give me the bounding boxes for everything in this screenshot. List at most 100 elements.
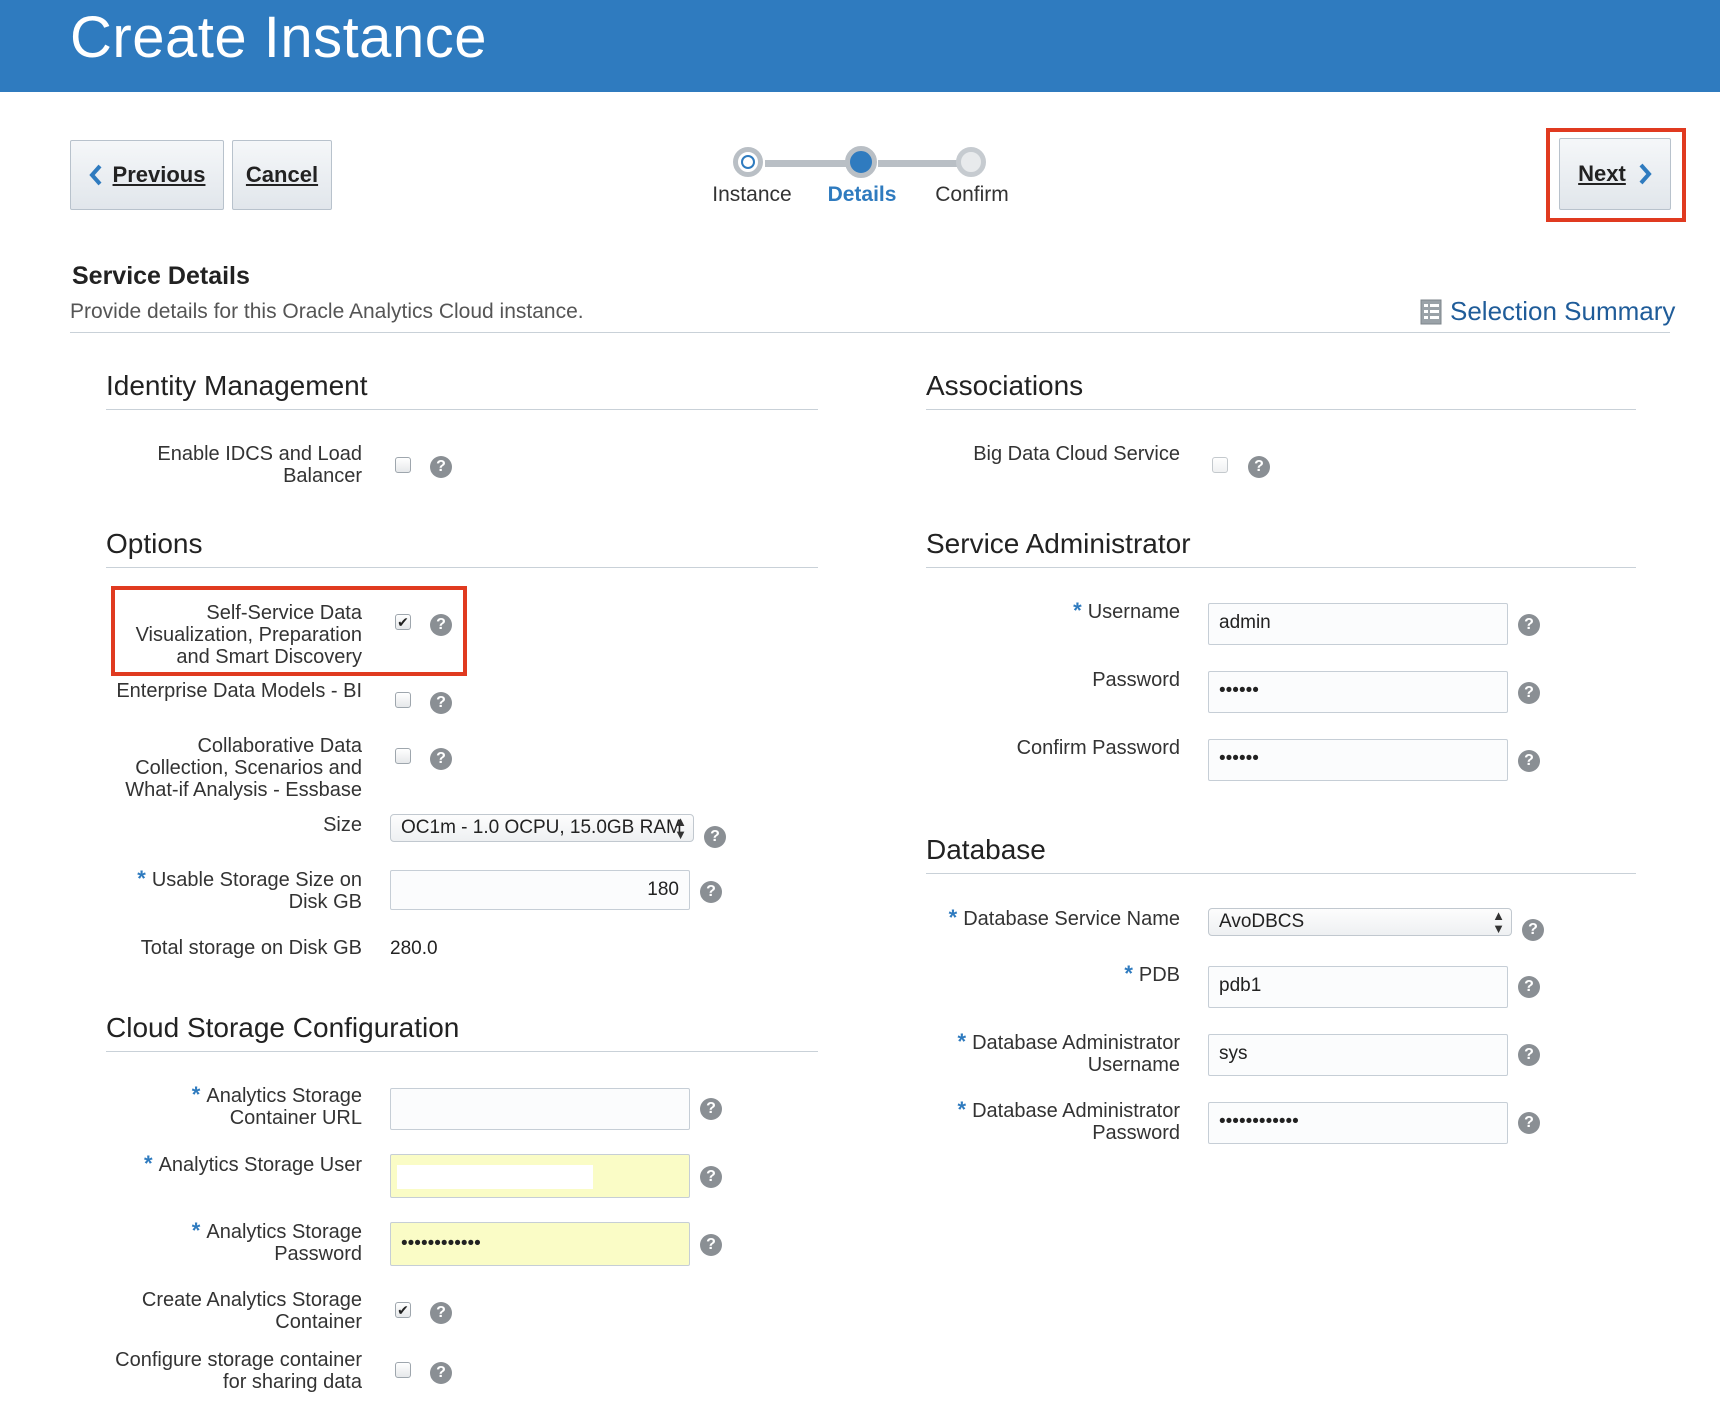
- total-storage-value: 280.0: [390, 938, 438, 959]
- required-icon: *: [191, 1082, 201, 1107]
- storage-password-label-text: Analytics Storage Password: [206, 1221, 362, 1265]
- ssdv-checkbox[interactable]: ✔: [395, 614, 411, 630]
- usable-storage-input[interactable]: 180: [390, 870, 690, 910]
- size-select[interactable]: OC1m - 1.0 OCPU, 15.0GB RAM ▲ ▼: [390, 814, 694, 842]
- db-service-name-select[interactable]: AvoDBCS ▲ ▼: [1208, 908, 1512, 936]
- storage-url-input[interactable]: [390, 1088, 690, 1130]
- help-icon[interactable]: ?: [1518, 682, 1540, 704]
- options-title: Options: [106, 528, 203, 559]
- train-label-details: Details: [827, 183, 897, 206]
- storage-user-input[interactable]: [390, 1154, 690, 1198]
- database-divider: [926, 873, 1636, 874]
- help-icon[interactable]: ?: [430, 1362, 452, 1384]
- train-connector: [765, 160, 851, 167]
- db-admin-username-label-text: Database Administrator Username: [972, 1032, 1180, 1076]
- service-divider: [70, 332, 1670, 333]
- storage-password-input[interactable]: ••••••••••••: [390, 1222, 690, 1266]
- db-admin-password-label: * Database Administrator Password: [900, 1097, 1180, 1145]
- help-icon[interactable]: ?: [1518, 976, 1540, 998]
- idcs-checkbox[interactable]: [395, 457, 411, 473]
- username-label-text: Username: [1087, 601, 1180, 623]
- pdb-input[interactable]: pdb1: [1208, 966, 1508, 1008]
- database-title: Database: [926, 834, 1046, 865]
- selection-summary-icon[interactable]: [1420, 299, 1442, 325]
- share-container-label: Configure storage container for sharing …: [115, 1349, 362, 1393]
- password-input[interactable]: ••••••: [1208, 671, 1508, 713]
- help-icon[interactable]: ?: [1248, 456, 1270, 478]
- storage-user-label: * Analytics Storage User: [100, 1151, 362, 1177]
- create-container-checkbox[interactable]: ✔: [395, 1302, 411, 1318]
- help-icon[interactable]: ?: [430, 1302, 452, 1324]
- help-icon[interactable]: ?: [430, 748, 452, 770]
- idcs-label: Enable IDCS and Load Balancer: [157, 443, 362, 487]
- bigdata-label: Big Data Cloud Service: [973, 443, 1180, 465]
- help-icon[interactable]: ?: [700, 1166, 722, 1188]
- identity-divider: [106, 409, 818, 410]
- help-icon[interactable]: ?: [430, 614, 452, 636]
- share-container-checkbox[interactable]: [395, 1362, 411, 1378]
- train-stop-instance[interactable]: [733, 147, 763, 177]
- previous-button-label: Previous: [112, 162, 206, 187]
- required-icon: *: [1073, 598, 1082, 623]
- train-stop-details: [845, 146, 877, 178]
- help-icon[interactable]: ?: [700, 1098, 722, 1120]
- cancel-button-label: Cancel: [245, 162, 319, 187]
- cloud-storage-divider: [106, 1051, 818, 1052]
- required-icon: *: [957, 1097, 967, 1122]
- confirm-password-label: Confirm Password: [1016, 737, 1180, 759]
- usable-storage-label-text: Usable Storage Size on Disk GB: [151, 869, 362, 913]
- ssdv-label: Self-Service Data Visualization, Prepara…: [135, 602, 362, 668]
- train-label-instance[interactable]: Instance: [692, 183, 812, 207]
- required-icon: *: [191, 1218, 201, 1243]
- username-input[interactable]: admin: [1208, 603, 1508, 645]
- edm-checkbox[interactable]: [395, 692, 411, 708]
- pdb-label-text: PDB: [1138, 964, 1180, 986]
- selection-summary-link[interactable]: Selection Summary: [1450, 296, 1675, 327]
- required-icon: *: [144, 1151, 153, 1176]
- previous-button[interactable]: Previous: [70, 140, 224, 210]
- help-icon[interactable]: ?: [1518, 1112, 1540, 1134]
- required-icon: *: [957, 1029, 967, 1054]
- cancel-button[interactable]: Cancel: [232, 140, 332, 210]
- create-container-label: Create Analytics Storage Container: [141, 1289, 362, 1333]
- associations-divider: [926, 409, 1636, 410]
- db-admin-username-input[interactable]: sys: [1208, 1034, 1508, 1076]
- service-details-description: Provide details for this Oracle Analytic…: [70, 300, 584, 323]
- help-icon[interactable]: ?: [704, 826, 726, 848]
- next-button[interactable]: Next: [1559, 138, 1671, 210]
- options-divider: [106, 567, 818, 568]
- help-icon[interactable]: ?: [700, 1234, 722, 1256]
- help-icon[interactable]: ?: [700, 881, 722, 903]
- essbase-checkbox[interactable]: [395, 748, 411, 764]
- chevron-right-icon: [1639, 163, 1652, 185]
- service-details-heading: Service Details: [72, 262, 250, 290]
- help-icon[interactable]: ?: [1518, 750, 1540, 772]
- db-admin-username-label: * Database Administrator Username: [900, 1029, 1180, 1077]
- required-icon: *: [137, 866, 146, 891]
- next-button-label: Next: [1578, 161, 1626, 186]
- db-admin-password-label-text: Database Administrator Password: [972, 1100, 1180, 1144]
- help-icon[interactable]: ?: [1518, 614, 1540, 636]
- username-label: * Username: [900, 598, 1180, 624]
- db-service-name-value: AvoDBCS: [1219, 911, 1305, 932]
- size-label: Size: [323, 814, 362, 836]
- required-icon: *: [1124, 961, 1133, 986]
- cloud-storage-title: Cloud Storage Configuration: [106, 1012, 460, 1043]
- db-admin-password-input[interactable]: ••••••••••••: [1208, 1102, 1508, 1144]
- page-title: Create Instance: [70, 5, 487, 70]
- help-icon[interactable]: ?: [430, 456, 452, 478]
- associations-title: Associations: [926, 370, 1084, 401]
- storage-url-label: * Analytics Storage Container URL: [130, 1082, 362, 1130]
- help-icon[interactable]: ?: [1518, 1044, 1540, 1066]
- confirm-password-input[interactable]: ••••••: [1208, 739, 1508, 781]
- chevron-left-icon: [88, 164, 102, 186]
- train-label-confirm: Confirm: [935, 183, 1009, 206]
- edm-label: Enterprise Data Models - BI: [116, 680, 362, 702]
- essbase-label: Collaborative Data Collection, Scenarios…: [125, 735, 362, 801]
- autofill-overlay: [397, 1165, 593, 1189]
- total-storage-label: Total storage on Disk GB: [140, 937, 362, 959]
- pdb-label: * PDB: [900, 961, 1180, 987]
- help-icon[interactable]: ?: [430, 692, 452, 714]
- help-icon[interactable]: ?: [1522, 919, 1544, 941]
- train-connector: [878, 160, 964, 167]
